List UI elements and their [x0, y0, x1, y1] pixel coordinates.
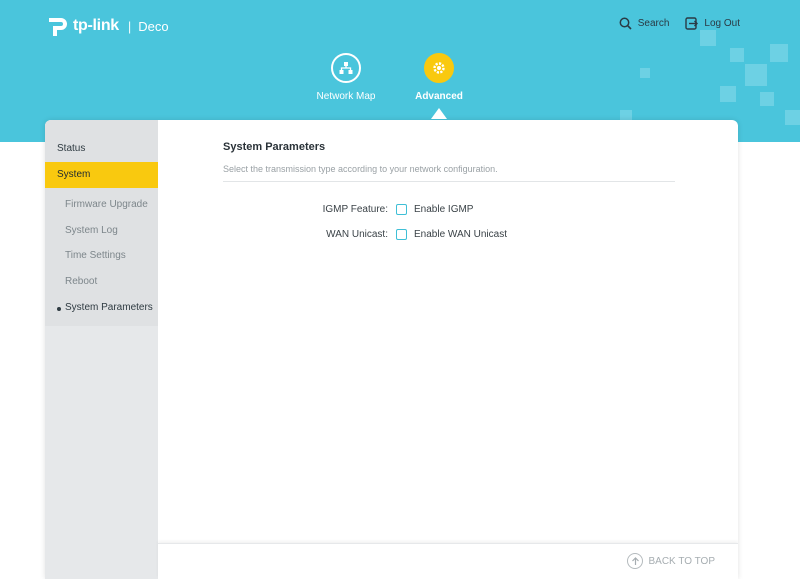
decor-square [745, 64, 767, 86]
content-area: System Parameters Select the transmissio… [158, 120, 738, 579]
sidebar-item-system-log[interactable]: System Log [45, 222, 158, 240]
main-panel: Status System Firmware Upgrade System Lo… [45, 120, 738, 579]
sidebar-item-system-parameters[interactable]: System Parameters [45, 299, 158, 317]
search-button[interactable]: Search [619, 17, 670, 30]
enable-wan-unicast-checkbox[interactable] [396, 229, 407, 240]
arrow-up-icon [627, 553, 644, 569]
network-map-icon [331, 53, 361, 83]
sidebar-item-status[interactable]: Status [45, 136, 158, 162]
tab-network-map-label: Network Map [316, 91, 376, 102]
decor-square [785, 110, 800, 125]
decor-square [760, 92, 774, 106]
logout-label: Log Out [704, 18, 740, 29]
sidebar-item-time-settings[interactable]: Time Settings [45, 247, 158, 265]
divider [223, 181, 675, 182]
wan-unicast-label: WAN Unicast: [326, 229, 388, 240]
logo-separator: | [127, 18, 132, 34]
content-footer: BACK TO TOP [158, 543, 738, 579]
decor-square [720, 86, 736, 102]
igmp-feature-label: IGMP Feature: [322, 204, 388, 215]
sidebar-item-system[interactable]: System [45, 162, 158, 188]
decor-square [700, 30, 716, 46]
active-tab-pointer [431, 108, 447, 119]
back-to-top-label: BACK TO TOP [648, 555, 715, 567]
top-actions: Search Log Out [619, 17, 740, 30]
search-icon [619, 17, 632, 30]
sidebar-item-label: System Parameters [65, 302, 153, 313]
decor-square [730, 48, 744, 62]
igmp-feature-row: IGMP Feature: Enable IGMP [158, 203, 738, 217]
decor-square [770, 44, 788, 62]
brand-name: tp-link [73, 17, 119, 34]
sidebar: Status System Firmware Upgrade System Lo… [45, 120, 158, 579]
sidebar-item-reboot[interactable]: Reboot [45, 273, 158, 291]
tab-advanced[interactable]: Advanced [394, 53, 484, 102]
tab-advanced-label: Advanced [415, 91, 463, 102]
enable-igmp-label[interactable]: Enable IGMP [414, 203, 473, 217]
wan-unicast-row: WAN Unicast: Enable WAN Unicast [158, 228, 738, 242]
logout-icon [685, 17, 699, 30]
page-description: Select the transmission type according t… [223, 164, 498, 174]
tab-network-map[interactable]: Network Map [301, 53, 391, 102]
back-to-top-button[interactable]: BACK TO TOP [627, 553, 715, 569]
enable-wan-unicast-label[interactable]: Enable WAN Unicast [414, 228, 507, 242]
logout-button[interactable]: Log Out [685, 17, 740, 30]
product-name: Deco [138, 18, 169, 34]
current-indicator-dot [57, 307, 61, 311]
page-title: System Parameters [223, 141, 326, 153]
sidebar-item-firmware-upgrade[interactable]: Firmware Upgrade [45, 196, 158, 214]
search-label: Search [637, 18, 670, 29]
tp-link-logo-icon [45, 14, 69, 38]
brand-logo[interactable]: tp-link | Deco [45, 14, 169, 38]
decor-square [640, 68, 650, 78]
advanced-gear-icon [424, 53, 454, 83]
enable-igmp-checkbox[interactable] [396, 204, 407, 215]
